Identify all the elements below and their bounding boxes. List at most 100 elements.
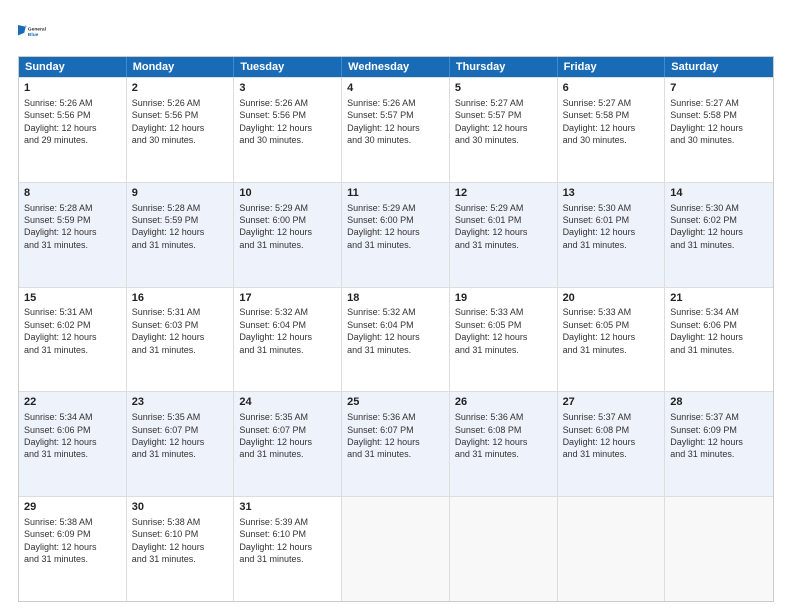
col-friday: Friday	[558, 57, 666, 77]
day-number: 28	[670, 395, 768, 410]
day-number: 14	[670, 186, 768, 201]
day-info: Sunrise: 5:36 AMSunset: 6:08 PMDaylight:…	[455, 411, 552, 461]
day-number: 22	[24, 395, 121, 410]
col-wednesday: Wednesday	[342, 57, 450, 77]
day-number: 21	[670, 291, 768, 306]
day-info: Sunrise: 5:33 AMSunset: 6:05 PMDaylight:…	[563, 306, 660, 356]
day-info: Sunrise: 5:36 AMSunset: 6:07 PMDaylight:…	[347, 411, 444, 461]
day-info: Sunrise: 5:33 AMSunset: 6:05 PMDaylight:…	[455, 306, 552, 356]
day-number: 26	[455, 395, 552, 410]
day-info: Sunrise: 5:26 AMSunset: 5:56 PMDaylight:…	[239, 97, 336, 147]
calendar: Sunday Monday Tuesday Wednesday Thursday…	[18, 56, 774, 602]
calendar-body: 1Sunrise: 5:26 AMSunset: 5:56 PMDaylight…	[19, 77, 773, 601]
day-info: Sunrise: 5:26 AMSunset: 5:56 PMDaylight:…	[132, 97, 229, 147]
cell-day-22: 22Sunrise: 5:34 AMSunset: 6:06 PMDayligh…	[19, 392, 127, 496]
cell-day-20: 20Sunrise: 5:33 AMSunset: 6:05 PMDayligh…	[558, 288, 666, 392]
day-number: 27	[563, 395, 660, 410]
day-info: Sunrise: 5:27 AMSunset: 5:58 PMDaylight:…	[563, 97, 660, 147]
cell-day-9: 9Sunrise: 5:28 AMSunset: 5:59 PMDaylight…	[127, 183, 235, 287]
cell-day-2: 2Sunrise: 5:26 AMSunset: 5:56 PMDaylight…	[127, 78, 235, 182]
day-info: Sunrise: 5:34 AMSunset: 6:06 PMDaylight:…	[24, 411, 121, 461]
cell-day-3: 3Sunrise: 5:26 AMSunset: 5:56 PMDaylight…	[234, 78, 342, 182]
cell-day-10: 10Sunrise: 5:29 AMSunset: 6:00 PMDayligh…	[234, 183, 342, 287]
cell-day-4: 4Sunrise: 5:26 AMSunset: 5:57 PMDaylight…	[342, 78, 450, 182]
day-number: 4	[347, 81, 444, 96]
day-info: Sunrise: 5:27 AMSunset: 5:58 PMDaylight:…	[670, 97, 768, 147]
cell-day-12: 12Sunrise: 5:29 AMSunset: 6:01 PMDayligh…	[450, 183, 558, 287]
day-number: 24	[239, 395, 336, 410]
cell-empty-4-5	[558, 497, 666, 601]
cell-day-24: 24Sunrise: 5:35 AMSunset: 6:07 PMDayligh…	[234, 392, 342, 496]
day-info: Sunrise: 5:27 AMSunset: 5:57 PMDaylight:…	[455, 97, 552, 147]
cell-day-15: 15Sunrise: 5:31 AMSunset: 6:02 PMDayligh…	[19, 288, 127, 392]
cell-day-26: 26Sunrise: 5:36 AMSunset: 6:08 PMDayligh…	[450, 392, 558, 496]
day-info: Sunrise: 5:26 AMSunset: 5:57 PMDaylight:…	[347, 97, 444, 147]
day-info: Sunrise: 5:38 AMSunset: 6:10 PMDaylight:…	[132, 516, 229, 566]
week-3: 15Sunrise: 5:31 AMSunset: 6:02 PMDayligh…	[19, 287, 773, 392]
day-number: 31	[239, 500, 336, 515]
day-number: 17	[239, 291, 336, 306]
cell-day-17: 17Sunrise: 5:32 AMSunset: 6:04 PMDayligh…	[234, 288, 342, 392]
week-4: 22Sunrise: 5:34 AMSunset: 6:06 PMDayligh…	[19, 391, 773, 496]
day-number: 12	[455, 186, 552, 201]
svg-text:General: General	[28, 27, 46, 33]
col-tuesday: Tuesday	[234, 57, 342, 77]
day-number: 23	[132, 395, 229, 410]
week-5: 29Sunrise: 5:38 AMSunset: 6:09 PMDayligh…	[19, 496, 773, 601]
cell-day-27: 27Sunrise: 5:37 AMSunset: 6:08 PMDayligh…	[558, 392, 666, 496]
week-2: 8Sunrise: 5:28 AMSunset: 5:59 PMDaylight…	[19, 182, 773, 287]
day-number: 30	[132, 500, 229, 515]
header: GeneralBlue	[18, 18, 774, 46]
cell-day-19: 19Sunrise: 5:33 AMSunset: 6:05 PMDayligh…	[450, 288, 558, 392]
day-number: 19	[455, 291, 552, 306]
day-number: 7	[670, 81, 768, 96]
page: GeneralBlue Sunday Monday Tuesday Wednes…	[0, 0, 792, 612]
day-info: Sunrise: 5:30 AMSunset: 6:01 PMDaylight:…	[563, 202, 660, 252]
day-number: 13	[563, 186, 660, 201]
cell-empty-4-3	[342, 497, 450, 601]
day-number: 11	[347, 186, 444, 201]
day-number: 29	[24, 500, 121, 515]
day-info: Sunrise: 5:28 AMSunset: 5:59 PMDaylight:…	[24, 202, 121, 252]
day-info: Sunrise: 5:35 AMSunset: 6:07 PMDaylight:…	[239, 411, 336, 461]
cell-day-21: 21Sunrise: 5:34 AMSunset: 6:06 PMDayligh…	[665, 288, 773, 392]
day-info: Sunrise: 5:30 AMSunset: 6:02 PMDaylight:…	[670, 202, 768, 252]
calendar-header: Sunday Monday Tuesday Wednesday Thursday…	[19, 57, 773, 77]
col-monday: Monday	[127, 57, 235, 77]
cell-day-23: 23Sunrise: 5:35 AMSunset: 6:07 PMDayligh…	[127, 392, 235, 496]
day-number: 6	[563, 81, 660, 96]
cell-day-30: 30Sunrise: 5:38 AMSunset: 6:10 PMDayligh…	[127, 497, 235, 601]
day-number: 16	[132, 291, 229, 306]
day-info: Sunrise: 5:29 AMSunset: 6:00 PMDaylight:…	[347, 202, 444, 252]
svg-text:Blue: Blue	[28, 32, 39, 38]
day-info: Sunrise: 5:35 AMSunset: 6:07 PMDaylight:…	[132, 411, 229, 461]
col-thursday: Thursday	[450, 57, 558, 77]
logo-icon: GeneralBlue	[18, 18, 46, 46]
day-number: 10	[239, 186, 336, 201]
day-info: Sunrise: 5:26 AMSunset: 5:56 PMDaylight:…	[24, 97, 121, 147]
day-number: 5	[455, 81, 552, 96]
cell-day-5: 5Sunrise: 5:27 AMSunset: 5:57 PMDaylight…	[450, 78, 558, 182]
cell-day-25: 25Sunrise: 5:36 AMSunset: 6:07 PMDayligh…	[342, 392, 450, 496]
cell-day-6: 6Sunrise: 5:27 AMSunset: 5:58 PMDaylight…	[558, 78, 666, 182]
cell-empty-4-4	[450, 497, 558, 601]
day-number: 18	[347, 291, 444, 306]
day-number: 15	[24, 291, 121, 306]
day-info: Sunrise: 5:32 AMSunset: 6:04 PMDaylight:…	[239, 306, 336, 356]
day-info: Sunrise: 5:39 AMSunset: 6:10 PMDaylight:…	[239, 516, 336, 566]
cell-day-18: 18Sunrise: 5:32 AMSunset: 6:04 PMDayligh…	[342, 288, 450, 392]
logo: GeneralBlue	[18, 18, 46, 46]
cell-day-8: 8Sunrise: 5:28 AMSunset: 5:59 PMDaylight…	[19, 183, 127, 287]
day-info: Sunrise: 5:28 AMSunset: 5:59 PMDaylight:…	[132, 202, 229, 252]
day-info: Sunrise: 5:38 AMSunset: 6:09 PMDaylight:…	[24, 516, 121, 566]
cell-day-7: 7Sunrise: 5:27 AMSunset: 5:58 PMDaylight…	[665, 78, 773, 182]
day-number: 8	[24, 186, 121, 201]
day-info: Sunrise: 5:34 AMSunset: 6:06 PMDaylight:…	[670, 306, 768, 356]
cell-day-28: 28Sunrise: 5:37 AMSunset: 6:09 PMDayligh…	[665, 392, 773, 496]
cell-day-13: 13Sunrise: 5:30 AMSunset: 6:01 PMDayligh…	[558, 183, 666, 287]
col-saturday: Saturday	[665, 57, 773, 77]
day-info: Sunrise: 5:31 AMSunset: 6:02 PMDaylight:…	[24, 306, 121, 356]
day-number: 1	[24, 81, 121, 96]
day-number: 25	[347, 395, 444, 410]
day-info: Sunrise: 5:29 AMSunset: 6:01 PMDaylight:…	[455, 202, 552, 252]
